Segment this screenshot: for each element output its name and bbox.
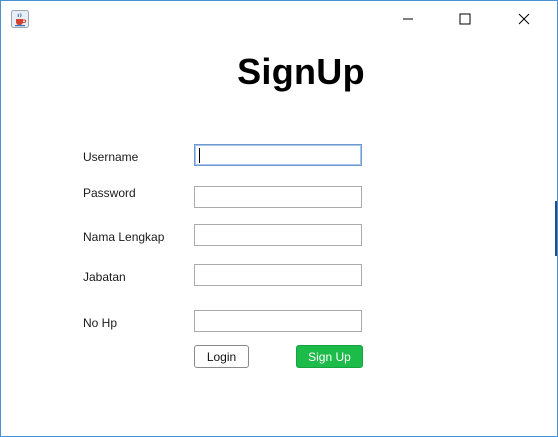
text-cursor bbox=[199, 148, 200, 163]
password-input[interactable] bbox=[194, 186, 362, 208]
password-label: Password bbox=[83, 186, 136, 200]
maximize-button[interactable] bbox=[442, 1, 488, 37]
full-name-label: Nama Lengkap bbox=[83, 230, 165, 244]
maximize-icon bbox=[459, 10, 471, 29]
username-input[interactable] bbox=[194, 144, 362, 166]
position-input[interactable] bbox=[194, 264, 362, 286]
full-name-input[interactable] bbox=[194, 224, 362, 246]
background-window-edge bbox=[555, 201, 557, 256]
phone-label: No Hp bbox=[83, 316, 118, 330]
login-button[interactable]: Login bbox=[194, 345, 249, 368]
signup-button[interactable]: Sign Up bbox=[296, 345, 363, 368]
close-icon bbox=[518, 10, 530, 29]
username-label: Username bbox=[83, 150, 139, 164]
signup-window: SignUp Username Password Nama Lengkap Ja… bbox=[0, 0, 558, 437]
title-bar[interactable] bbox=[1, 1, 557, 37]
close-button[interactable] bbox=[501, 1, 547, 37]
java-coffee-cup-icon bbox=[11, 10, 29, 28]
page-title: SignUp bbox=[237, 51, 365, 92]
minimize-button[interactable] bbox=[385, 1, 431, 37]
minimize-icon bbox=[402, 10, 414, 29]
phone-input[interactable] bbox=[194, 310, 362, 332]
position-label: Jabatan bbox=[83, 270, 126, 284]
